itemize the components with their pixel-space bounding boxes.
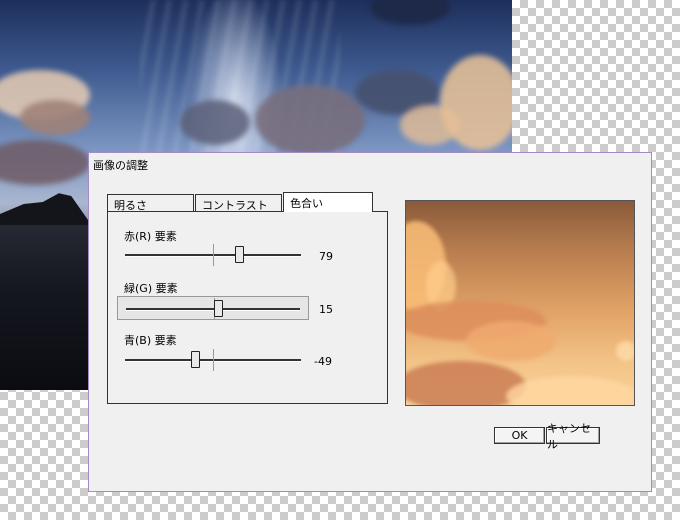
dialog-title: 画像の調整 [93,159,148,172]
cloud [370,0,450,25]
cloud [466,321,556,361]
blue-slider-label: 青(B) 要素 [124,334,177,347]
slider-track [126,308,300,311]
red-slider[interactable] [117,243,309,267]
blue-slider[interactable] [117,348,309,372]
ok-button[interactable]: OK [494,427,545,444]
red-slider-thumb[interactable] [235,246,244,263]
tab-color-balance[interactable]: 色合い [283,192,373,212]
blue-slider-thumb[interactable] [191,351,200,368]
green-slider-thumb[interactable] [214,300,223,317]
island-silhouette [0,193,95,230]
cloud [400,105,460,145]
image-preview [405,200,635,406]
red-slider-label: 赤(R) 要素 [124,230,177,243]
cloud [180,100,250,145]
tab-contrast[interactable]: コントラスト [195,194,282,212]
cloud [616,341,634,361]
red-value: 79 [319,250,333,263]
green-value: 15 [319,303,333,316]
slider-center-tick [213,244,214,266]
cloud [0,140,90,185]
green-slider[interactable] [117,296,309,320]
cloud [506,376,634,405]
blue-value: -49 [314,355,332,368]
green-slider-label: 緑(G) 要素 [124,282,178,295]
tab-brightness[interactable]: 明るさ [107,194,194,212]
cloud [255,85,365,155]
slider-center-tick [213,349,214,371]
cloud [20,100,90,135]
cancel-button[interactable]: キャンセル [546,422,600,451]
